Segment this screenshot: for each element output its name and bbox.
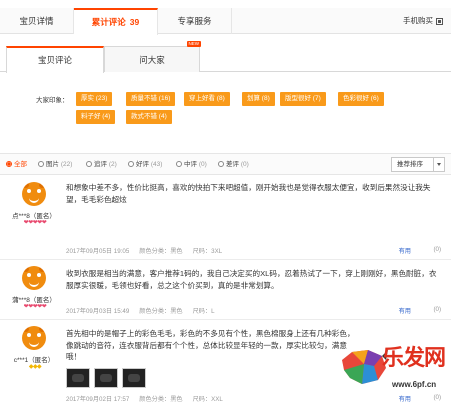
review-photo[interactable] <box>94 368 118 388</box>
filter-images[interactable]: 图片 (22) <box>38 160 72 170</box>
tab-ask-everyone[interactable]: 问大家 NEW <box>104 41 201 72</box>
filter-all[interactable]: 全部 <box>6 160 27 170</box>
radio-icon <box>128 161 134 167</box>
radio-icon <box>176 161 182 167</box>
filter-follow-up[interactable]: 追评 (2) <box>86 160 117 170</box>
tab-reviews-label: 累计评论 <box>91 17 126 27</box>
review-item: 蒲***8（匿名） ❤❤❤❤❤ 收到衣服是相当的满意，客户推荐1码的，我自己决定… <box>0 262 451 320</box>
review-color: 颜色分类：黑色 <box>139 308 183 315</box>
user-rank-hearts: ❤❤❤❤❤ <box>23 304 47 310</box>
impression-tag[interactable]: 版型很好 (7) <box>280 92 326 106</box>
review-meta: 2017年09月03日 15:49 颜色分类：黑色 尺码：L <box>66 306 225 315</box>
review-size: 尺码：3XL <box>192 248 223 255</box>
review-content: 首先相中的是帽子上的彩色毛毛，彩色的不多见有个性，黑色棉服身上还有几种彩色，像跳… <box>66 329 355 361</box>
tab-service[interactable]: 专享服务 <box>158 8 232 34</box>
avatar <box>22 326 46 350</box>
tab-reviews[interactable]: 累计评论 39 <box>74 8 158 35</box>
watermark-text: 乐发网 <box>382 345 446 371</box>
reply-count[interactable]: (0) <box>433 246 441 253</box>
filter-count: (43) <box>150 161 163 168</box>
helpful-link[interactable]: 有用 <box>399 306 411 315</box>
watermark-url: www.6pf.cn <box>392 380 437 389</box>
new-badge: NEW <box>186 41 201 47</box>
filter-label: 图片 <box>46 161 59 168</box>
review-content: 收到衣服是相当的满意，客户推荐1码的，我自己决定买的XL码，忍着热试了一下，穿上… <box>66 269 437 290</box>
tab-product-reviews[interactable]: 宝贝评论 <box>6 46 104 73</box>
sub-tab-bar: 宝贝评论 问大家 NEW <box>0 41 451 73</box>
impression-tag[interactable]: 质量不错 (16) <box>126 92 176 106</box>
qr-code-icon <box>436 17 443 25</box>
review-size: 尺码：L <box>192 308 215 315</box>
impression-section: 大家印象： 厚实 (23) 质量不错 (16) 穿上好看 (8) 划算 (8) … <box>36 90 446 132</box>
filter-count: (0) <box>198 161 207 168</box>
tab-item-details[interactable]: 宝贝详情 <box>0 8 74 34</box>
radio-icon <box>86 161 92 167</box>
filter-negative[interactable]: 差评 (0) <box>218 160 249 170</box>
phone-buy-label: 手机购买 <box>403 16 433 25</box>
review-size: 尺码：XXL <box>192 396 223 403</box>
review-username: 点***8（匿名） <box>12 213 56 220</box>
radio-selected-icon <box>6 161 12 167</box>
avatar <box>22 182 46 206</box>
impression-tag[interactable]: 款式不错 (4) <box>126 110 172 124</box>
sort-label: 推荐排序 <box>397 161 423 168</box>
review-color: 颜色分类：黑色 <box>139 396 183 403</box>
filter-label: 中评 <box>184 161 197 168</box>
review-date: 2017年09月03日 15:49 <box>66 308 130 315</box>
filter-positive[interactable]: 好评 (43) <box>128 160 162 170</box>
reply-count[interactable]: (0) <box>433 306 441 313</box>
review-content: 和想象中差不多，性价比挺高，喜欢的快拍下来吧超值，刚开始我也是觉得衣服太便宜，收… <box>66 183 431 204</box>
tab-ask-label: 问大家 <box>139 55 165 65</box>
review-date: 2017年09月05日 19:05 <box>66 248 130 255</box>
filter-label: 追评 <box>94 161 107 168</box>
radio-icon <box>38 161 44 167</box>
impression-tag[interactable]: 色彩很好 (6) <box>338 92 384 106</box>
review-username: 蒲***8（匿名） <box>12 297 56 304</box>
site-watermark: 乐发网 www.6pf.cn <box>338 332 448 400</box>
review-username: c***1（匿名） <box>13 357 55 364</box>
filter-label: 好评 <box>136 161 149 168</box>
user-rank-diamonds: ◆◆◆ <box>28 364 42 370</box>
filter-count: (22) <box>60 161 73 168</box>
impression-tag[interactable]: 厚实 (23) <box>76 92 113 106</box>
impression-tag[interactable]: 料子好 (4) <box>76 110 116 124</box>
impression-tag[interactable]: 穿上好看 (8) <box>184 92 230 106</box>
review-item: 点***8（匿名） ❤❤❤❤❤ 和想象中差不多，性价比挺高，喜欢的快拍下来吧超值… <box>0 176 451 260</box>
helpful-link[interactable]: 有用 <box>399 246 411 255</box>
review-meta: 2017年09月02日 17:57 颜色分类：黑色 尺码：XXL <box>66 394 233 403</box>
review-filter-bar: 全部 图片 (22) 追评 (2) 好评 (43) 中评 (0) 差评 (0) … <box>0 153 451 175</box>
avatar <box>22 266 46 290</box>
user-rank-hearts: ❤❤❤❤❤ <box>23 220 47 226</box>
chevron-down-icon <box>433 158 444 171</box>
filter-count: (2) <box>108 161 117 168</box>
top-tab-bar: 宝贝详情 累计评论 39 专享服务 手机购买 <box>0 8 451 35</box>
filter-label: 全部 <box>14 161 27 168</box>
review-photo[interactable] <box>122 368 146 388</box>
phone-buy-link[interactable]: 手机购买 <box>403 8 443 34</box>
filter-label: 差评 <box>226 161 239 168</box>
filter-neutral[interactable]: 中评 (0) <box>176 160 207 170</box>
impression-label: 大家印象： <box>36 97 69 104</box>
review-meta: 2017年09月05日 19:05 颜色分类：黑色 尺码：3XL <box>66 246 232 255</box>
radio-icon <box>218 161 224 167</box>
review-date: 2017年09月02日 17:57 <box>66 396 130 403</box>
review-photo[interactable] <box>66 368 90 388</box>
filter-count: (0) <box>240 161 249 168</box>
impression-tag[interactable]: 划算 (8) <box>242 92 275 106</box>
sort-dropdown[interactable]: 推荐排序 <box>391 157 445 172</box>
tab-reviews-count: 39 <box>129 17 140 27</box>
review-color: 颜色分类：黑色 <box>139 248 183 255</box>
